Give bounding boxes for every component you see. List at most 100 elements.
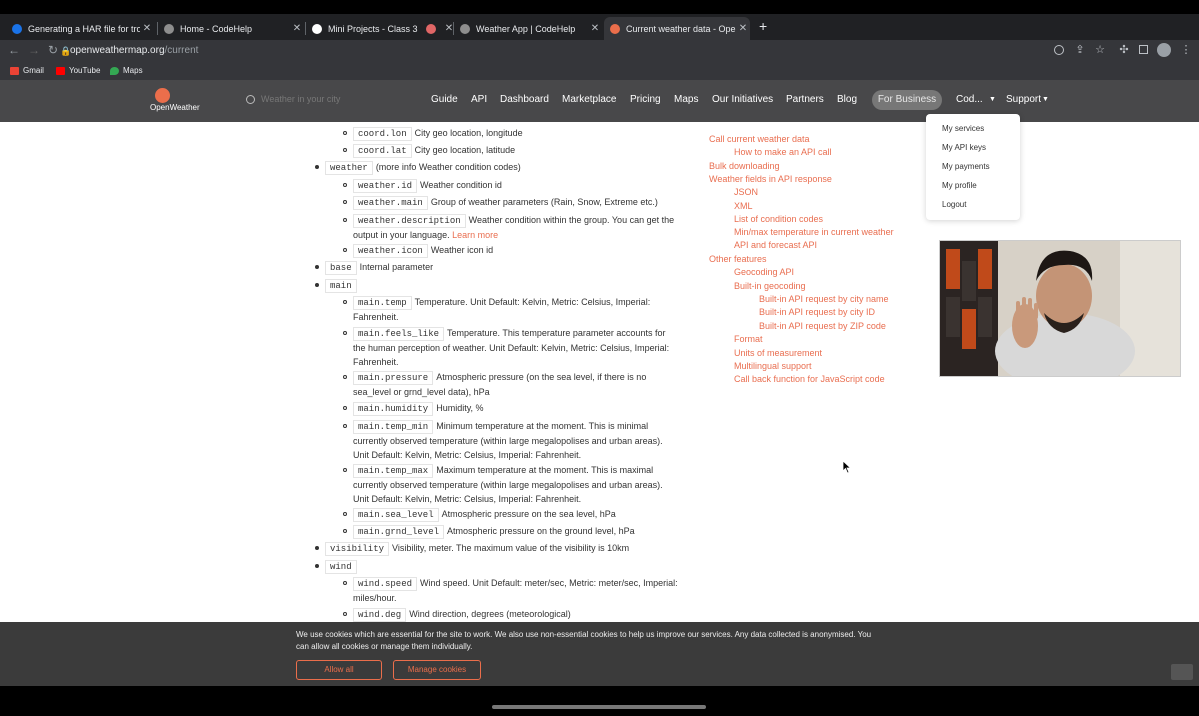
forward-arrow-icon[interactable]: →	[28, 43, 40, 57]
list-bullet	[343, 183, 347, 187]
tab-mini-projects[interactable]: Mini Projects - Class 3	[306, 17, 418, 40]
back-arrow-icon[interactable]: ←	[8, 43, 20, 57]
field-main-temp: main.temp Temperature. Unit Default: Kelv…	[353, 295, 678, 324]
for-business-button[interactable]: For Business	[872, 90, 942, 110]
nav-guide[interactable]: Guide	[431, 94, 458, 105]
toc-link[interactable]: Built-in geocoding	[734, 280, 806, 292]
field-key: main.temp	[353, 296, 412, 310]
field-key: main	[325, 279, 357, 293]
bookmark-label: YouTube	[69, 66, 101, 75]
field-main-grnd-level: main.grnd_level Atmospheric pressure on t…	[353, 524, 635, 539]
tab-title: Home - CodeHelp	[180, 23, 253, 34]
nav-dashboard[interactable]: Dashboard	[500, 94, 549, 105]
field-desc: Weather condition id	[420, 180, 502, 190]
bookmark-maps[interactable]: Maps	[110, 66, 143, 75]
tab-close-icon[interactable]: ✕	[290, 23, 304, 34]
toc-link[interactable]: Units of measurement	[734, 347, 822, 359]
tab-close-icon[interactable]: ✕	[588, 23, 602, 34]
google-lens-icon[interactable]	[1054, 45, 1064, 55]
toc-link[interactable]: Geocoding API	[734, 266, 794, 278]
field-key: base	[325, 261, 357, 275]
tab-title: Current weather data - OpenW	[626, 23, 736, 34]
manage-cookies-button[interactable]: Manage cookies	[393, 660, 481, 680]
list-bullet	[343, 375, 347, 379]
profile-avatar[interactable]	[1157, 43, 1171, 57]
chevron-down-icon[interactable]: ▼	[1042, 96, 1049, 103]
toc-link[interactable]: Built-in API request by ZIP code	[759, 320, 886, 332]
field-wind-deg: wind.deg Wind direction, degrees (meteoro…	[353, 607, 571, 622]
toc-link[interactable]: How to make an API call	[734, 146, 832, 158]
bookmark-star-icon[interactable]: ☆	[1094, 44, 1106, 56]
bookmark-gmail[interactable]: Gmail	[10, 66, 44, 75]
reload-icon[interactable]: ↻	[48, 43, 58, 57]
list-bullet	[343, 468, 347, 472]
toc-link[interactable]: Built-in API request by city name	[759, 293, 889, 305]
tab-close-icon[interactable]: ✕	[140, 23, 154, 34]
toc-link[interactable]: Other features	[709, 253, 767, 265]
nav-partners[interactable]: Partners	[786, 94, 824, 105]
kebab-menu-icon[interactable]: ⋮	[1180, 44, 1192, 56]
toc-link[interactable]: Min/max temperature in current weather A…	[734, 226, 909, 252]
toc-link[interactable]: JSON	[734, 186, 758, 198]
field-desc: Wind direction, degrees (meteorological)	[409, 609, 571, 619]
list-bullet	[343, 424, 347, 428]
list-bullet	[343, 131, 347, 135]
side-panel-icon[interactable]	[1139, 45, 1148, 54]
site-search[interactable]: Weather in your city	[246, 94, 340, 104]
openweather-logo[interactable]: OpenWeather	[146, 87, 212, 117]
user-menu[interactable]: Cod...	[956, 94, 983, 105]
tab-strip: Generating a HAR file for troub ✕ Home -…	[0, 14, 1199, 40]
nav-our-initiatives[interactable]: Our Initiatives	[712, 94, 773, 105]
toc-link[interactable]: Multilingual support	[734, 360, 812, 372]
chevron-down-icon[interactable]: ▼	[989, 96, 996, 103]
nav-blog[interactable]: Blog	[837, 94, 857, 105]
nav-pricing[interactable]: Pricing	[630, 94, 661, 105]
field-main-sea-level: main.sea_level Atmospheric pressure on th…	[353, 507, 616, 522]
sun-logo-icon	[155, 88, 170, 103]
share-icon[interactable]: ⇪	[1074, 44, 1086, 56]
screen-bottom-bar	[0, 686, 1199, 716]
nav-maps[interactable]: Maps	[674, 94, 698, 105]
toc-link[interactable]: Format	[734, 333, 763, 345]
toc-link[interactable]: Built-in API request by city ID	[759, 306, 875, 318]
tab-close-icon[interactable]: ✕	[736, 23, 750, 34]
field-key: main.temp_max	[353, 464, 434, 478]
toc-link[interactable]: Call back function for JavaScript code	[734, 373, 885, 385]
cookie-settings-button[interactable]	[1171, 664, 1193, 680]
bookmark-youtube[interactable]: YouTube	[56, 66, 100, 75]
menu-item-my-api-keys[interactable]: My API keys	[942, 143, 986, 152]
field-desc: Atmospheric pressure on the sea level, h…	[441, 509, 616, 519]
maps-icon	[110, 66, 119, 75]
field-key: wind.speed	[353, 577, 418, 591]
tab-har[interactable]: Generating a HAR file for troub ✕	[6, 17, 154, 40]
tab-favicon	[610, 23, 620, 34]
toc-link[interactable]: Bulk downloading	[709, 160, 780, 172]
tab-current-weather[interactable]: Current weather data - OpenW ✕	[604, 17, 750, 40]
field-desc[interactable]: (more info Weather condition codes)	[376, 162, 521, 172]
toc-link[interactable]: List of condition codes	[734, 213, 823, 225]
toc-link[interactable]: XML	[734, 200, 753, 212]
tab-weather-app[interactable]: Weather App | CodeHelp ✕	[454, 17, 602, 40]
field-desc: Group of weather parameters (Rain, Snow,…	[430, 197, 658, 207]
nav-marketplace[interactable]: Marketplace	[562, 94, 616, 105]
field-coord-lat: coord.lat City geo location, latitude	[353, 143, 515, 158]
allow-all-button[interactable]: Allow all	[296, 660, 382, 680]
field-key: coord.lon	[353, 127, 412, 141]
address-bar[interactable]: openweathermap.org/current	[70, 42, 198, 60]
menu-item-my-payments[interactable]: My payments	[942, 162, 990, 171]
new-tab-plus-icon[interactable]: +	[759, 18, 767, 34]
menu-item-my-services[interactable]: My services	[942, 124, 984, 133]
menu-item-my-profile[interactable]: My profile	[942, 181, 977, 190]
menu-item-logout[interactable]: Logout	[942, 200, 966, 209]
learn-more-link[interactable]: Learn more	[452, 230, 498, 240]
tab-pinned[interactable]: ✕	[420, 17, 453, 40]
extensions-puzzle-icon[interactable]: ✣	[1118, 44, 1130, 56]
toc-link[interactable]: Call current weather data	[709, 133, 810, 145]
nav-api[interactable]: API	[471, 94, 487, 105]
home-indicator	[492, 705, 706, 709]
field-key: wind.deg	[353, 608, 407, 622]
field-key: main.feels_like	[353, 327, 445, 341]
nav-support[interactable]: Support	[1006, 94, 1041, 105]
toc-link[interactable]: Weather fields in API response	[709, 173, 832, 185]
tab-codehelp-home[interactable]: Home - CodeHelp ✕	[158, 17, 304, 40]
